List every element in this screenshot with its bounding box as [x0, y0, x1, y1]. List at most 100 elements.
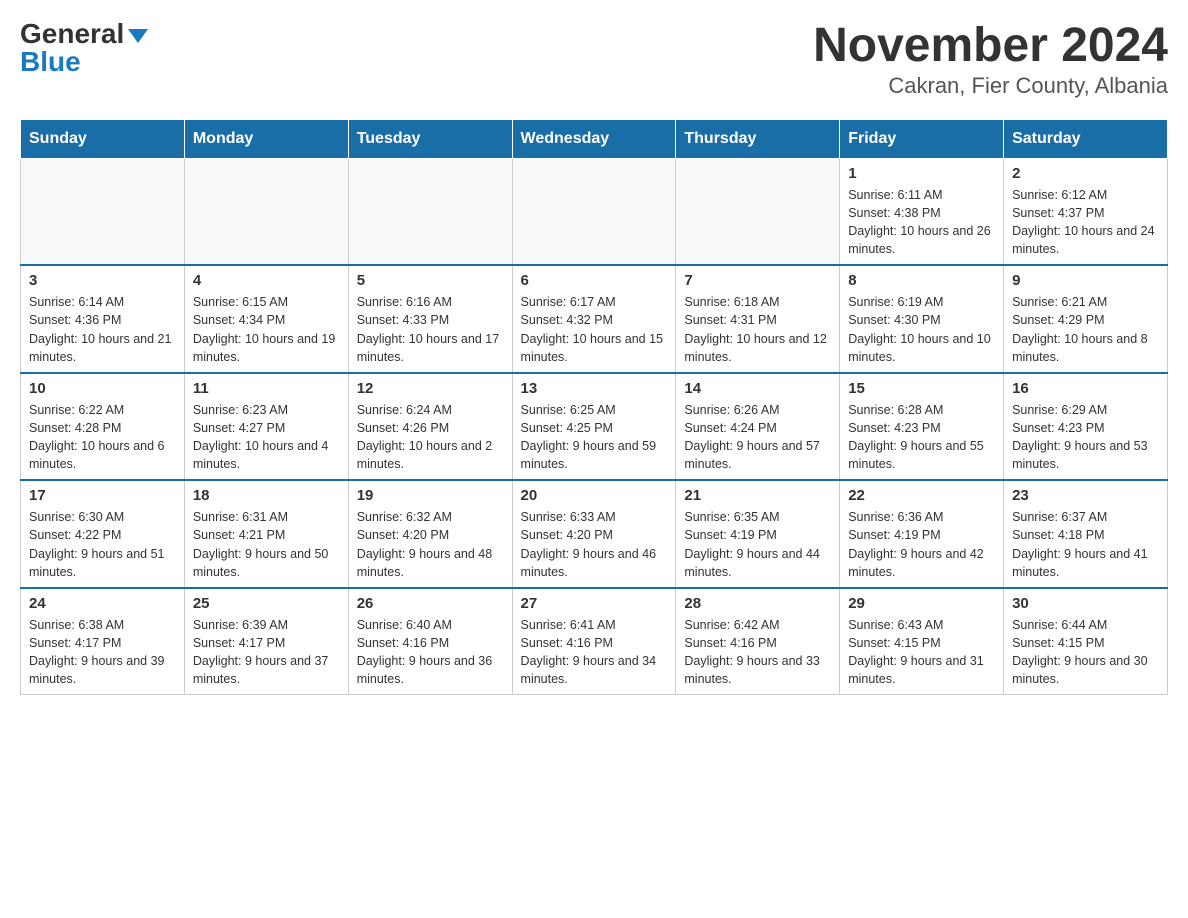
day-number: 8	[848, 272, 995, 289]
day-number: 1	[848, 165, 995, 182]
table-row: 20 Sunrise: 6:33 AMSunset: 4:20 PMDayligh…	[512, 480, 676, 588]
day-number: 18	[193, 487, 340, 504]
table-row: 22 Sunrise: 6:36 AMSunset: 4:19 PMDayligh…	[840, 480, 1004, 588]
month-year-title: November 2024	[813, 20, 1168, 73]
table-row	[184, 158, 348, 265]
table-row: 8 Sunrise: 6:19 AMSunset: 4:30 PMDaylight…	[840, 265, 1004, 373]
day-info: Sunrise: 6:42 AMSunset: 4:16 PMDaylight:…	[684, 616, 831, 689]
day-info: Sunrise: 6:11 AMSunset: 4:38 PMDaylight:…	[848, 186, 995, 259]
logo-general-text: General	[20, 18, 124, 49]
day-info: Sunrise: 6:18 AMSunset: 4:31 PMDaylight:…	[684, 293, 831, 366]
day-info: Sunrise: 6:40 AMSunset: 4:16 PMDaylight:…	[357, 616, 504, 689]
day-info: Sunrise: 6:36 AMSunset: 4:19 PMDaylight:…	[848, 508, 995, 581]
day-info: Sunrise: 6:19 AMSunset: 4:30 PMDaylight:…	[848, 293, 995, 366]
table-row: 23Sunrise: 6:37 AMSunset: 4:18 PMDayligh…	[1004, 480, 1168, 588]
day-info: Sunrise: 6:15 AMSunset: 4:34 PMDaylight:…	[193, 293, 340, 366]
table-row: 28 Sunrise: 6:42 AMSunset: 4:16 PMDayligh…	[676, 588, 840, 695]
day-info: Sunrise: 6:12 AMSunset: 4:37 PMDaylight:…	[1012, 186, 1159, 259]
day-number: 11	[193, 380, 340, 397]
day-info: Sunrise: 6:29 AMSunset: 4:23 PMDaylight:…	[1012, 401, 1159, 474]
table-row: 24 Sunrise: 6:38 AMSunset: 4:17 PMDayligh…	[21, 588, 185, 695]
day-info: Sunrise: 6:22 AMSunset: 4:28 PMDaylight:…	[29, 401, 176, 474]
day-number: 7	[684, 272, 831, 289]
col-wednesday: Wednesday	[512, 119, 676, 158]
day-number: 15	[848, 380, 995, 397]
table-row: 9 Sunrise: 6:21 AMSunset: 4:29 PMDaylight…	[1004, 265, 1168, 373]
table-row: 18 Sunrise: 6:31 AMSunset: 4:21 PMDayligh…	[184, 480, 348, 588]
day-number: 21	[684, 487, 831, 504]
day-info: Sunrise: 6:14 AMSunset: 4:36 PMDaylight:…	[29, 293, 176, 366]
table-row: 4 Sunrise: 6:15 AMSunset: 4:34 PMDaylight…	[184, 265, 348, 373]
day-info: Sunrise: 6:30 AMSunset: 4:22 PMDaylight:…	[29, 508, 176, 581]
day-number: 20	[521, 487, 668, 504]
day-number: 4	[193, 272, 340, 289]
day-number: 24	[29, 595, 176, 612]
day-info: Sunrise: 6:28 AMSunset: 4:23 PMDaylight:…	[848, 401, 995, 474]
table-row: 14 Sunrise: 6:26 AMSunset: 4:24 PMDayligh…	[676, 373, 840, 481]
day-info: Sunrise: 6:21 AMSunset: 4:29 PMDaylight:…	[1012, 293, 1159, 366]
calendar-week-row: 1 Sunrise: 6:11 AMSunset: 4:38 PMDaylight…	[21, 158, 1168, 265]
day-number: 14	[684, 380, 831, 397]
day-number: 27	[521, 595, 668, 612]
day-info: Sunrise: 6:31 AMSunset: 4:21 PMDaylight:…	[193, 508, 340, 581]
table-row: 29 Sunrise: 6:43 AMSunset: 4:15 PMDayligh…	[840, 588, 1004, 695]
day-number: 28	[684, 595, 831, 612]
calendar-week-row: 10 Sunrise: 6:22 AMSunset: 4:28 PMDayligh…	[21, 373, 1168, 481]
day-number: 17	[29, 487, 176, 504]
day-info: Sunrise: 6:38 AMSunset: 4:17 PMDaylight:…	[29, 616, 176, 689]
table-row: 3 Sunrise: 6:14 AMSunset: 4:36 PMDaylight…	[21, 265, 185, 373]
table-row	[21, 158, 185, 265]
table-row: 16Sunrise: 6:29 AMSunset: 4:23 PMDayligh…	[1004, 373, 1168, 481]
table-row: 15 Sunrise: 6:28 AMSunset: 4:23 PMDayligh…	[840, 373, 1004, 481]
table-row: 30 Sunrise: 6:44 AMSunset: 4:15 PMDayligh…	[1004, 588, 1168, 695]
day-number: 13	[521, 380, 668, 397]
title-section: November 2024 Cakran, Fier County, Alban…	[813, 20, 1168, 99]
day-info: Sunrise: 6:17 AMSunset: 4:32 PMDaylight:…	[521, 293, 668, 366]
table-row: 2 Sunrise: 6:12 AMSunset: 4:37 PMDaylight…	[1004, 158, 1168, 265]
day-info: Sunrise: 6:16 AMSunset: 4:33 PMDaylight:…	[357, 293, 504, 366]
logo-triangle-icon	[128, 29, 148, 43]
location-subtitle: Cakran, Fier County, Albania	[813, 73, 1168, 99]
day-number: 3	[29, 272, 176, 289]
logo-blue-text: Blue	[20, 48, 81, 76]
day-info: Sunrise: 6:37 AMSunset: 4:18 PMDaylight:…	[1012, 508, 1159, 581]
table-row: 13 Sunrise: 6:25 AMSunset: 4:25 PMDayligh…	[512, 373, 676, 481]
table-row: 1 Sunrise: 6:11 AMSunset: 4:38 PMDaylight…	[840, 158, 1004, 265]
day-number: 6	[521, 272, 668, 289]
calendar-week-row: 17 Sunrise: 6:30 AMSunset: 4:22 PMDayligh…	[21, 480, 1168, 588]
day-info: Sunrise: 6:33 AMSunset: 4:20 PMDaylight:…	[521, 508, 668, 581]
day-number: 9	[1012, 272, 1159, 289]
day-info: Sunrise: 6:32 AMSunset: 4:20 PMDaylight:…	[357, 508, 504, 581]
table-row: 11 Sunrise: 6:23 AMSunset: 4:27 PMDayligh…	[184, 373, 348, 481]
table-row: 25Sunrise: 6:39 AMSunset: 4:17 PMDayligh…	[184, 588, 348, 695]
day-info: Sunrise: 6:25 AMSunset: 4:25 PMDaylight:…	[521, 401, 668, 474]
day-number: 2	[1012, 165, 1159, 182]
table-row	[676, 158, 840, 265]
day-number: 12	[357, 380, 504, 397]
logo-top: General	[20, 20, 148, 48]
table-row: 21Sunrise: 6:35 AMSunset: 4:19 PMDayligh…	[676, 480, 840, 588]
table-row: 5 Sunrise: 6:16 AMSunset: 4:33 PMDaylight…	[348, 265, 512, 373]
day-info: Sunrise: 6:26 AMSunset: 4:24 PMDaylight:…	[684, 401, 831, 474]
calendar-table: Sunday Monday Tuesday Wednesday Thursday…	[20, 119, 1168, 696]
col-sunday: Sunday	[21, 119, 185, 158]
calendar-header-row: Sunday Monday Tuesday Wednesday Thursday…	[21, 119, 1168, 158]
table-row	[348, 158, 512, 265]
logo: General Blue	[20, 20, 148, 76]
table-row: 12Sunrise: 6:24 AMSunset: 4:26 PMDayligh…	[348, 373, 512, 481]
day-number: 10	[29, 380, 176, 397]
day-number: 30	[1012, 595, 1159, 612]
day-number: 22	[848, 487, 995, 504]
day-number: 5	[357, 272, 504, 289]
col-tuesday: Tuesday	[348, 119, 512, 158]
table-row: 27Sunrise: 6:41 AMSunset: 4:16 PMDayligh…	[512, 588, 676, 695]
col-thursday: Thursday	[676, 119, 840, 158]
col-friday: Friday	[840, 119, 1004, 158]
day-number: 29	[848, 595, 995, 612]
day-info: Sunrise: 6:44 AMSunset: 4:15 PMDaylight:…	[1012, 616, 1159, 689]
col-monday: Monday	[184, 119, 348, 158]
day-info: Sunrise: 6:23 AMSunset: 4:27 PMDaylight:…	[193, 401, 340, 474]
table-row	[512, 158, 676, 265]
day-info: Sunrise: 6:43 AMSunset: 4:15 PMDaylight:…	[848, 616, 995, 689]
table-row: 10 Sunrise: 6:22 AMSunset: 4:28 PMDayligh…	[21, 373, 185, 481]
